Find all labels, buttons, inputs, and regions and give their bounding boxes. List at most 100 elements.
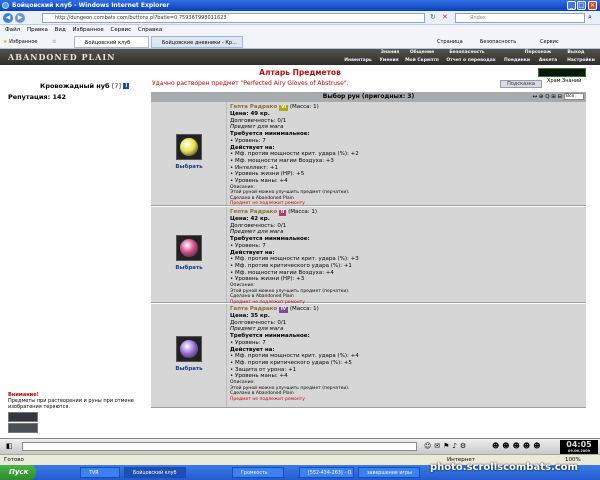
nav-chat[interactable]: Общение	[406, 49, 438, 56]
rune-requirement: • Уровень: 7	[230, 339, 266, 346]
requirements-title: Требуется минимальное:	[230, 333, 310, 340]
favorites-button[interactable]: ★ Избранное	[3, 36, 37, 48]
chat-tool-icons[interactable]: ☺✉⚑♪⚙	[424, 442, 469, 450]
rune-price: Цена: 49 кр.	[230, 111, 270, 117]
gem-icon	[180, 340, 198, 358]
game-clock: 04:05 09.06.2009	[560, 440, 598, 454]
rune-effect: • Мф. против мощности крит. удара (%): +…	[230, 256, 359, 263]
rune-effect: • Уровень маны: +4	[230, 178, 288, 185]
gem-icon	[180, 138, 198, 156]
warning-note: Внимание! Предметы при растворении и рун…	[8, 392, 148, 410]
nav-character[interactable]: Персонаж	[522, 49, 554, 56]
nav-script[interactable]: Мой Скриптп	[404, 57, 440, 64]
task-icq[interactable]: [552-434-263] - O...	[299, 467, 354, 478]
rune-mass: (Масса: 1)	[289, 306, 319, 312]
nav-knowledge[interactable]: Знания	[374, 49, 406, 56]
game-header: ABANDONED PLAIN Знания Общение Безопасно…	[0, 49, 600, 65]
search-input[interactable]: Яndex	[455, 13, 585, 23]
refresh-icon[interactable]: ↻	[430, 13, 436, 21]
rune-icon[interactable]	[176, 134, 202, 160]
menu-edit[interactable]: Правка	[27, 27, 48, 33]
menu-view[interactable]: Вид	[55, 27, 66, 33]
nav-inventory[interactable]: Инвентарь	[342, 57, 374, 64]
rune-info: Гепта Радрако II (Масса: 1) Цена: 42 кр.…	[230, 209, 580, 306]
maximize-button[interactable]: □	[577, 1, 586, 10]
address-input[interactable]: http://dungeon.combats.com/buttons.pl?ba…	[42, 13, 425, 23]
task-volume[interactable]: Громкость	[232, 467, 284, 478]
start-button[interactable]: Пуск	[0, 465, 36, 480]
nav-security[interactable]: Безопасность	[446, 49, 488, 56]
rune-durability: Долговечность: 0/1	[230, 117, 287, 124]
requirements-title: Требуется минимальное:	[230, 236, 310, 243]
close-button[interactable]: ✕	[588, 1, 597, 10]
player-name[interactable]: Кровожадный нуб [7] i	[40, 82, 130, 90]
nav-transfers[interactable]: Отчет о переводах	[442, 57, 500, 64]
nav-exit[interactable]: Выход	[560, 49, 592, 56]
choose-link[interactable]: Выбрать	[151, 265, 227, 271]
safety-menu[interactable]: Безопасность	[480, 36, 516, 48]
nav-profile[interactable]: Анкета	[534, 57, 562, 64]
window-title-bar: Бойцовский клуб - Windows Internet Explo…	[0, 0, 600, 11]
chat-input[interactable]	[22, 442, 417, 451]
rune-image-cell: Выбрать	[151, 207, 227, 302]
stop-icon[interactable]: ✕	[442, 13, 448, 21]
nav-settings[interactable]: Настройки	[564, 57, 598, 64]
menu-help[interactable]: Справка	[138, 27, 162, 33]
minimap-icon	[538, 68, 586, 77]
tab-row: ★ Избранное ☆ Бойцовский клуб Бойцовские…	[0, 35, 600, 49]
rune-effect: • Защита от урона: +1	[230, 366, 297, 373]
chat-toggle-icon[interactable]: ◧	[6, 442, 13, 450]
forward-arrow-icon[interactable]: ▶	[15, 13, 25, 23]
info-icon[interactable]: i	[123, 83, 130, 89]
task-tvr[interactable]: TVR	[80, 467, 120, 478]
menu-file[interactable]: Файл	[5, 27, 20, 33]
minimize-button[interactable]: _	[567, 1, 576, 10]
tab-diaries[interactable]: Бойцовские дневники - Кр...	[151, 36, 243, 48]
list-tool-icons[interactable]: ↔ ⊕ Q ⊞ ⊟	[532, 94, 562, 100]
rune-icon[interactable]	[176, 235, 202, 261]
rune-row: Выбрать Гепта Радрако II (Масса: 1) Цена…	[151, 207, 586, 306]
game-nav: Знания Общение Безопасность Персонаж Вых…	[342, 49, 598, 65]
rune-effect: • Уровень жизни (HP): +3	[230, 276, 305, 283]
task-club[interactable]: Бойцовский клуб	[124, 467, 186, 478]
nav-skills[interactable]: Умения	[376, 57, 402, 64]
add-favorites-icon[interactable]: ☆	[52, 36, 56, 48]
nav-battles[interactable]: Поединки	[502, 57, 532, 64]
rune-name[interactable]: Гепта Радрако	[230, 209, 277, 215]
help-button[interactable]: Подсказка	[500, 80, 542, 88]
rune-effect: • Уровень маны: +4	[230, 373, 288, 380]
menu-favorites[interactable]: Избранное	[73, 27, 104, 33]
rune-durability: Долговечность: 0/1	[230, 222, 287, 229]
smiley-icons[interactable]: ☻☻☻☻☻	[492, 442, 544, 450]
rune-image-cell: Выбрать	[151, 102, 227, 205]
tab-club[interactable]: Бойцовский клуб	[74, 36, 149, 48]
watermark: photo.scrollscombats.com	[430, 462, 578, 473]
address-toolbar: ◀ ▶ http://dungeon.combats.com/buttons.p…	[0, 11, 600, 25]
rune-level-badge: VI	[278, 105, 289, 111]
tools-menu[interactable]: Сервис	[540, 36, 559, 48]
rune-name[interactable]: Гепта Радрако	[230, 104, 277, 110]
choose-link[interactable]: Выбрать	[151, 366, 227, 372]
rune-name[interactable]: Гепта Радрако	[230, 306, 277, 312]
effects-title: Действует на:	[230, 346, 275, 353]
rune-list-header: Выбор рун (пригодных: 3) ↔ ⊕ Q ⊞ ⊟ Все	[151, 92, 586, 102]
rune-image-cell: Выбрать	[151, 304, 227, 407]
task-game-end[interactable]: завершение игры	[358, 467, 420, 478]
chat-bar: ◧ ☺✉⚑♪⚙ ☻☻☻☻☻ 04:05 09.06.2009	[0, 438, 600, 454]
back-arrow-icon[interactable]: ◀	[3, 13, 13, 23]
search-icon[interactable]: ⌕	[588, 13, 592, 22]
page-menu[interactable]: Страница	[437, 36, 463, 48]
choose-link[interactable]: Выбрать	[151, 164, 227, 170]
reputation: Репутация: 142	[8, 93, 67, 101]
site-badge-icon	[8, 423, 38, 433]
rune-icon[interactable]	[176, 336, 202, 362]
ie-logo-icon	[2, 2, 9, 9]
menu-tools[interactable]: Сервис	[111, 27, 132, 33]
game-logo: ABANDONED PLAIN	[8, 52, 116, 62]
list-tools: ↔ ⊕ Q ⊞ ⊟ Все	[532, 92, 586, 102]
filter-select[interactable]: Все	[564, 93, 584, 100]
rune-row: Выбрать Гепта Радрако VI (Масса: 1) Цена…	[151, 102, 586, 206]
page-title: Алтарь Предметов	[259, 68, 341, 77]
rune-price: Цена: 35 кр.	[230, 313, 270, 319]
rune-level-badge: IV	[278, 307, 289, 313]
